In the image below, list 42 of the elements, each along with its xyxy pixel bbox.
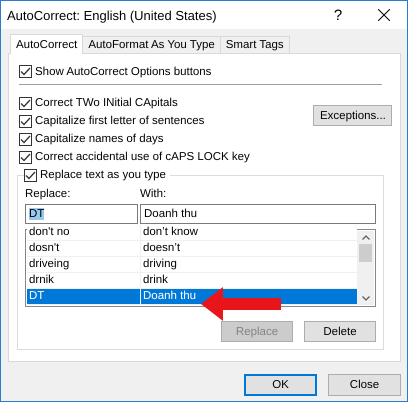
tab[interactable]: Smart Tags: [220, 36, 290, 54]
list-cell: don't no: [27, 225, 141, 240]
up-caret-icon[interactable]: [362, 235, 370, 240]
list-row[interactable]: drnik drink: [27, 273, 357, 290]
list-cell-text: doesn’t: [142, 241, 182, 256]
list-button[interactable]: Delete: [304, 321, 376, 342]
list-cell: drnik: [27, 273, 141, 288]
list-row[interactable]: driveing driving: [27, 257, 357, 274]
checkbox-label: Correct TWo INitial CApitals: [35, 97, 178, 110]
checkbox[interactable]: [19, 132, 32, 146]
checkbox[interactable]: [19, 114, 32, 128]
list-cell-text: driving: [142, 257, 178, 272]
scrollbar[interactable]: [357, 231, 374, 306]
list-row[interactable]: dosn't doesn’t: [27, 241, 357, 258]
replace-field[interactable]: DT: [25, 204, 138, 224]
checkbox-label: Replace text as you type: [40, 169, 166, 182]
field-label: Replace:: [25, 188, 72, 202]
list-cell-text: Doanh thu: [142, 289, 198, 304]
checkbox[interactable]: [19, 65, 32, 78]
checkbox-label: Show AutoCorrect Options buttons: [35, 66, 212, 78]
checkbox-label: Capitalize names of days: [35, 133, 164, 146]
window-title: AutoCorrect: English (United States): [7, 8, 218, 22]
checkbox-label: Capitalize first letter of sentences: [35, 115, 204, 128]
dialog-button[interactable]: OK: [244, 374, 317, 396]
with-field[interactable]: Doanh thu: [140, 204, 376, 224]
list-cell: DT: [27, 289, 141, 304]
checkbox[interactable]: [19, 96, 32, 110]
list-cell-text: drink: [142, 273, 169, 288]
list-cell-text: don’t know: [142, 225, 199, 240]
list-cell: dosn't: [27, 241, 141, 256]
field-label: With:: [140, 188, 168, 202]
checkbox[interactable]: [24, 168, 37, 182]
checkbox[interactable]: [19, 150, 32, 164]
exceptions-button[interactable]: Exceptions...: [313, 105, 392, 126]
list-cell: driveing: [27, 257, 141, 272]
help-button[interactable]: ?: [315, 1, 361, 30]
scrollbar-thumb[interactable]: [359, 244, 372, 262]
down-caret-icon[interactable]: [362, 296, 370, 302]
tab[interactable]: AutoCorrect: [10, 34, 84, 54]
dialog-button[interactable]: Close: [328, 374, 401, 396]
checkbox-label: Correct accidental use of cAPS LOCK key: [35, 151, 250, 164]
list-row[interactable]: don't no don’t know: [27, 225, 357, 242]
